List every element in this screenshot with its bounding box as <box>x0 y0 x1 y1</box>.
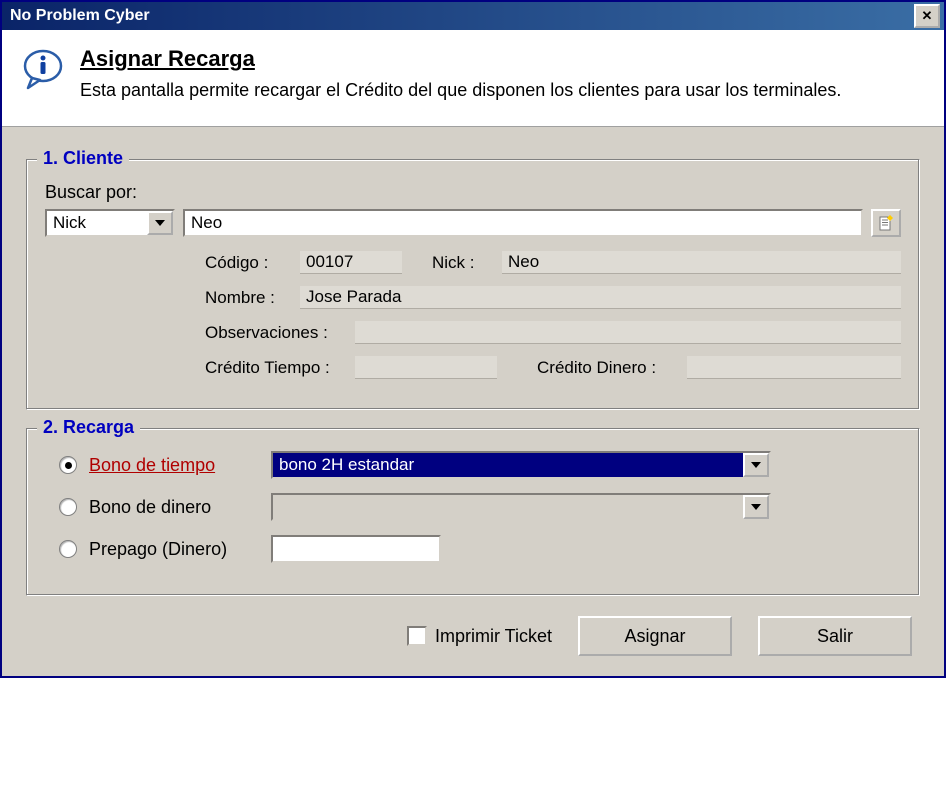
nick-value: Neo <box>502 251 901 274</box>
nick-label: Nick : <box>432 253 502 273</box>
page-description: Esta pantalla permite recargar el Crédit… <box>80 78 841 102</box>
chevron-down-icon <box>147 211 173 235</box>
print-ticket-checkbox[interactable] <box>407 626 427 646</box>
bono-tiempo-selected: bono 2H estandar <box>273 453 743 477</box>
search-by-selected: Nick <box>47 211 147 235</box>
bono-dinero-selected <box>273 495 743 519</box>
credito-tiempo-label: Crédito Tiempo : <box>205 358 355 378</box>
print-ticket-checkbox-wrap[interactable]: Imprimir Ticket <box>407 626 552 647</box>
print-ticket-label: Imprimir Ticket <box>435 626 552 647</box>
recarga-groupbox: 2. Recarga Bono de tiempo bono 2H estand… <box>26 428 920 596</box>
bono-dinero-dropdown[interactable] <box>271 493 771 521</box>
codigo-label: Código : <box>205 253 300 273</box>
cliente-groupbox: 1. Cliente Buscar por: Nick Neo <box>26 159 920 410</box>
header-panel: Asignar Recarga Esta pantalla permite re… <box>2 30 944 127</box>
credito-dinero-label: Crédito Dinero : <box>537 358 687 378</box>
assign-button[interactable]: Asignar <box>578 616 732 656</box>
search-input[interactable]: Neo <box>183 209 863 237</box>
observaciones-label: Observaciones : <box>205 323 355 343</box>
search-by-dropdown[interactable]: Nick <box>45 209 175 237</box>
bono-tiempo-radio[interactable] <box>59 456 77 474</box>
codigo-value: 00107 <box>300 251 402 274</box>
header-text: Asignar Recarga Esta pantalla permite re… <box>80 46 841 102</box>
search-by-label: Buscar por: <box>45 182 901 203</box>
credito-tiempo-value <box>355 356 497 379</box>
cliente-legend: 1. Cliente <box>37 148 129 169</box>
recarga-legend: 2. Recarga <box>37 417 140 438</box>
prepago-input[interactable] <box>271 535 441 563</box>
window-frame: No Problem Cyber ✕ Asignar Recarga Esta … <box>0 0 946 678</box>
prepago-radio[interactable] <box>59 540 77 558</box>
body-panel: 1. Cliente Buscar por: Nick Neo <box>2 127 944 676</box>
close-icon: ✕ <box>922 8 933 24</box>
credito-dinero-value <box>687 356 901 379</box>
info-icon <box>22 48 64 90</box>
titlebar: No Problem Cyber ✕ <box>2 2 944 30</box>
close-button[interactable]: ✕ <box>914 4 940 28</box>
document-icon <box>877 214 895 232</box>
client-details: Código : 00107 Nick : Neo Nombre : Jose … <box>205 251 901 379</box>
observaciones-value <box>355 321 901 344</box>
bono-tiempo-label[interactable]: Bono de tiempo <box>89 455 259 476</box>
chevron-down-icon <box>743 453 769 477</box>
bono-dinero-label[interactable]: Bono de dinero <box>89 497 259 518</box>
page-title: Asignar Recarga <box>80 46 841 72</box>
prepago-label[interactable]: Prepago (Dinero) <box>89 539 259 560</box>
window-title: No Problem Cyber <box>10 7 150 25</box>
bono-dinero-radio[interactable] <box>59 498 77 516</box>
bono-tiempo-dropdown[interactable]: bono 2H estandar <box>271 451 771 479</box>
nombre-value: Jose Parada <box>300 286 901 309</box>
nombre-label: Nombre : <box>205 288 300 308</box>
exit-button[interactable]: Salir <box>758 616 912 656</box>
new-client-button[interactable] <box>871 209 901 237</box>
footer-bar: Imprimir Ticket Asignar Salir <box>26 616 920 656</box>
chevron-down-icon <box>743 495 769 519</box>
